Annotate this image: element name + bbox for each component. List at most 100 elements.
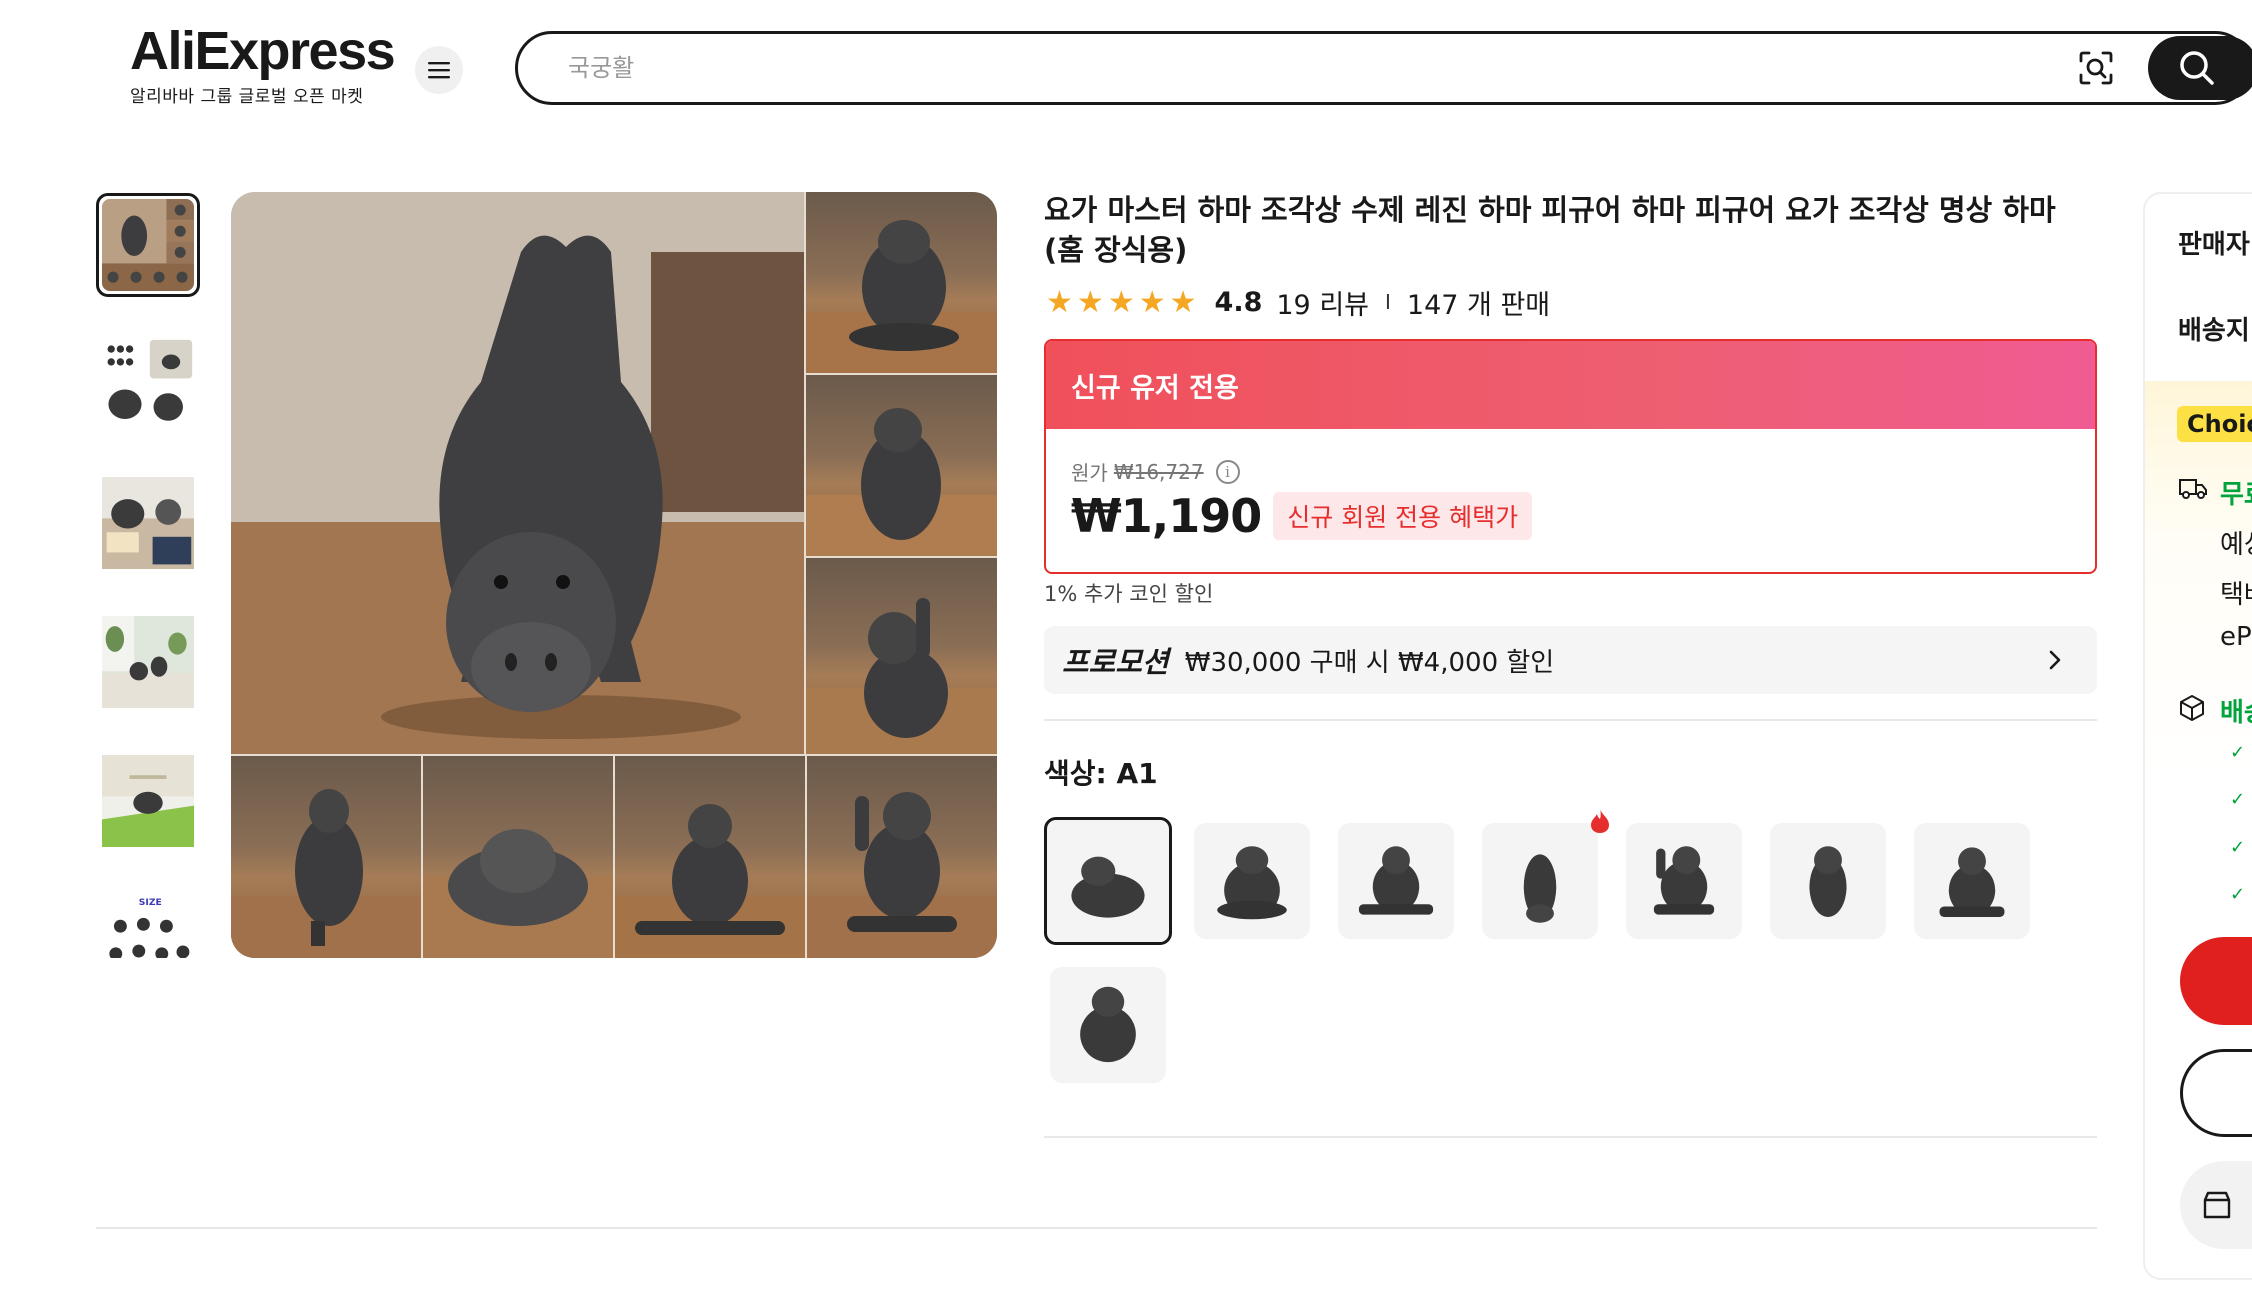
rating-value: 4.8	[1214, 286, 1263, 318]
promo-header: 신규 유저 전용	[1046, 341, 2095, 429]
star-icon: ★	[1107, 284, 1135, 320]
color-option-5[interactable]	[1626, 823, 1742, 939]
thumbnail-5[interactable]	[96, 749, 200, 853]
main-product-image[interactable]	[231, 192, 997, 958]
color-option-3[interactable]	[1338, 823, 1454, 939]
image-cell-right-3	[806, 558, 997, 754]
delivery-label: 배송	[2220, 698, 2252, 728]
color-option-6[interactable]	[1770, 823, 1886, 939]
hippo-sitting-figure	[806, 408, 997, 556]
divider	[1044, 719, 2097, 721]
color-option-4[interactable]	[1482, 823, 1598, 939]
swatch-image	[1217, 846, 1287, 920]
aliexpress-logo[interactable]: AliExpress 알리바바 그룹 글로벌 오픈 마켓	[130, 21, 396, 107]
star-icon: ★	[1046, 284, 1073, 320]
original-price-row: 원가 ₩16,727 i	[1071, 457, 1240, 486]
hippo-warrior-figure	[807, 792, 997, 958]
original-price: ₩16,727	[1113, 459, 1204, 484]
price-badge: 신규 회원 전용 혜택가	[1273, 492, 1533, 540]
color-option-8[interactable]	[1050, 967, 1166, 1083]
color-option-2[interactable]	[1194, 823, 1310, 939]
thumbnail-image	[102, 338, 194, 430]
color-option-1[interactable]	[1044, 817, 1172, 945]
color-option-7[interactable]	[1914, 823, 2030, 939]
hippo-tree-pose-figure	[231, 789, 421, 958]
coin-discount: 1% 추가 코인 할인	[1044, 582, 1214, 606]
thumbnail-image	[102, 755, 194, 847]
seller-label[interactable]: 판매자	[2178, 224, 2250, 261]
image-cell-right-2	[806, 375, 997, 556]
box-icon	[2180, 695, 2204, 721]
search-bar	[515, 31, 2252, 105]
star-icon: ★	[1169, 284, 1197, 320]
rating-row: ★ ★ ★ ★ ★ 4.8 19 리뷰 I 147 개 판매	[1046, 282, 1550, 322]
add-to-cart-button[interactable]	[2180, 1049, 2252, 1137]
store-button[interactable]	[2180, 1161, 2252, 1249]
image-search-icon[interactable]	[2078, 50, 2114, 86]
thumbnail-1[interactable]	[96, 193, 200, 297]
swatch-image	[1939, 847, 2005, 917]
hippo-meditating-figure	[806, 220, 997, 373]
rating-separator: I	[1385, 290, 1391, 314]
menu-button[interactable]	[415, 46, 463, 94]
check-icon: ✓	[2230, 789, 2246, 810]
thumbnail-image	[102, 199, 194, 291]
image-cell-bottom-1	[231, 756, 421, 958]
hot-flame-icon	[1591, 809, 1609, 833]
hamburger-icon	[428, 62, 450, 79]
check-icon: ✓	[2230, 884, 2246, 905]
image-cell-bottom-4	[807, 756, 997, 958]
main-image-large-cell	[231, 192, 804, 754]
estimate-label: 예상	[2220, 530, 2252, 560]
price-row: ₩1,190 신규 회원 전용 혜택가	[1071, 489, 1533, 543]
new-user-price-card: 신규 유저 전용 원가 ₩16,727 i ₩1,190 신규 회원 전용 혜택…	[1044, 339, 2097, 574]
purchase-sidebar: 판매자 배송지 Choice 무료 예상 택배 eP 배송 ✓ ✓ ✓ ✓	[2143, 192, 2252, 1280]
check-icon: ✓	[2230, 837, 2246, 858]
free-shipping-label: 무료	[2220, 480, 2252, 510]
star-icon: ★	[1076, 284, 1104, 320]
divider	[1044, 1136, 2097, 1138]
search-input[interactable]	[568, 34, 1968, 102]
promotion-text: ₩30,000 구매 시 ₩4,000 할인	[1184, 647, 1555, 678]
logo-text: AliExpress	[130, 21, 396, 81]
image-cell-bottom-3	[615, 756, 805, 958]
thumbnail-image: SIZE	[102, 894, 194, 958]
check-icon: ✓	[2230, 742, 2246, 763]
thumbnail-image	[102, 616, 194, 708]
swatch-image	[1358, 846, 1434, 915]
color-label: 색상: A1	[1044, 757, 1158, 790]
search-button[interactable]	[2148, 36, 2252, 100]
hippo-split-figure	[615, 804, 805, 958]
logo-subtitle: 알리바바 그룹 글로벌 오픈 마켓	[130, 87, 364, 107]
sale-price: ₩1,190	[1071, 489, 1262, 543]
star-icon: ★	[1138, 284, 1166, 320]
chevron-right-icon	[2049, 650, 2061, 670]
hippo-lying-figure	[423, 829, 613, 958]
thumbnail-2[interactable]	[96, 332, 200, 436]
section-divider	[96, 1227, 2097, 1229]
promotion-row[interactable]: 프로모션 ₩30,000 구매 시 ₩4,000 할인	[1044, 626, 2097, 694]
original-price-label: 원가	[1071, 461, 1108, 485]
thumbnail-4[interactable]	[96, 610, 200, 714]
thumbnail-list: SIZE	[96, 193, 204, 958]
image-cell-right-1	[806, 192, 997, 373]
promotion-tag: 프로모션	[1062, 645, 1169, 679]
buy-now-button[interactable]	[2180, 937, 2252, 1025]
ship-to-label[interactable]: 배송지	[2178, 310, 2250, 347]
image-cell-bottom-2	[423, 756, 613, 958]
hippo-arm-up-figure	[806, 598, 997, 754]
svg-text:SIZE: SIZE	[139, 897, 162, 908]
thumbnail-3[interactable]	[96, 471, 200, 575]
product-title: 요가 마스터 하마 조각상 수제 레진 하마 피규어 하마 피규어 요가 조각상…	[1044, 193, 2056, 267]
info-icon[interactable]: i	[1215, 459, 1240, 484]
rating-stars: ★ ★ ★ ★ ★	[1046, 285, 1197, 320]
swatch-image	[1523, 854, 1557, 923]
review-count[interactable]: 19 리뷰	[1276, 283, 1369, 322]
swatch-image	[1080, 986, 1136, 1063]
truck-icon	[2179, 479, 2207, 499]
swatch-image	[1653, 846, 1715, 915]
swatch-image	[1071, 856, 1145, 918]
hippo-headstand-figure	[231, 192, 804, 754]
thumbnail-6[interactable]: SIZE	[96, 888, 200, 958]
choice-badge: Choice	[2177, 406, 2252, 442]
